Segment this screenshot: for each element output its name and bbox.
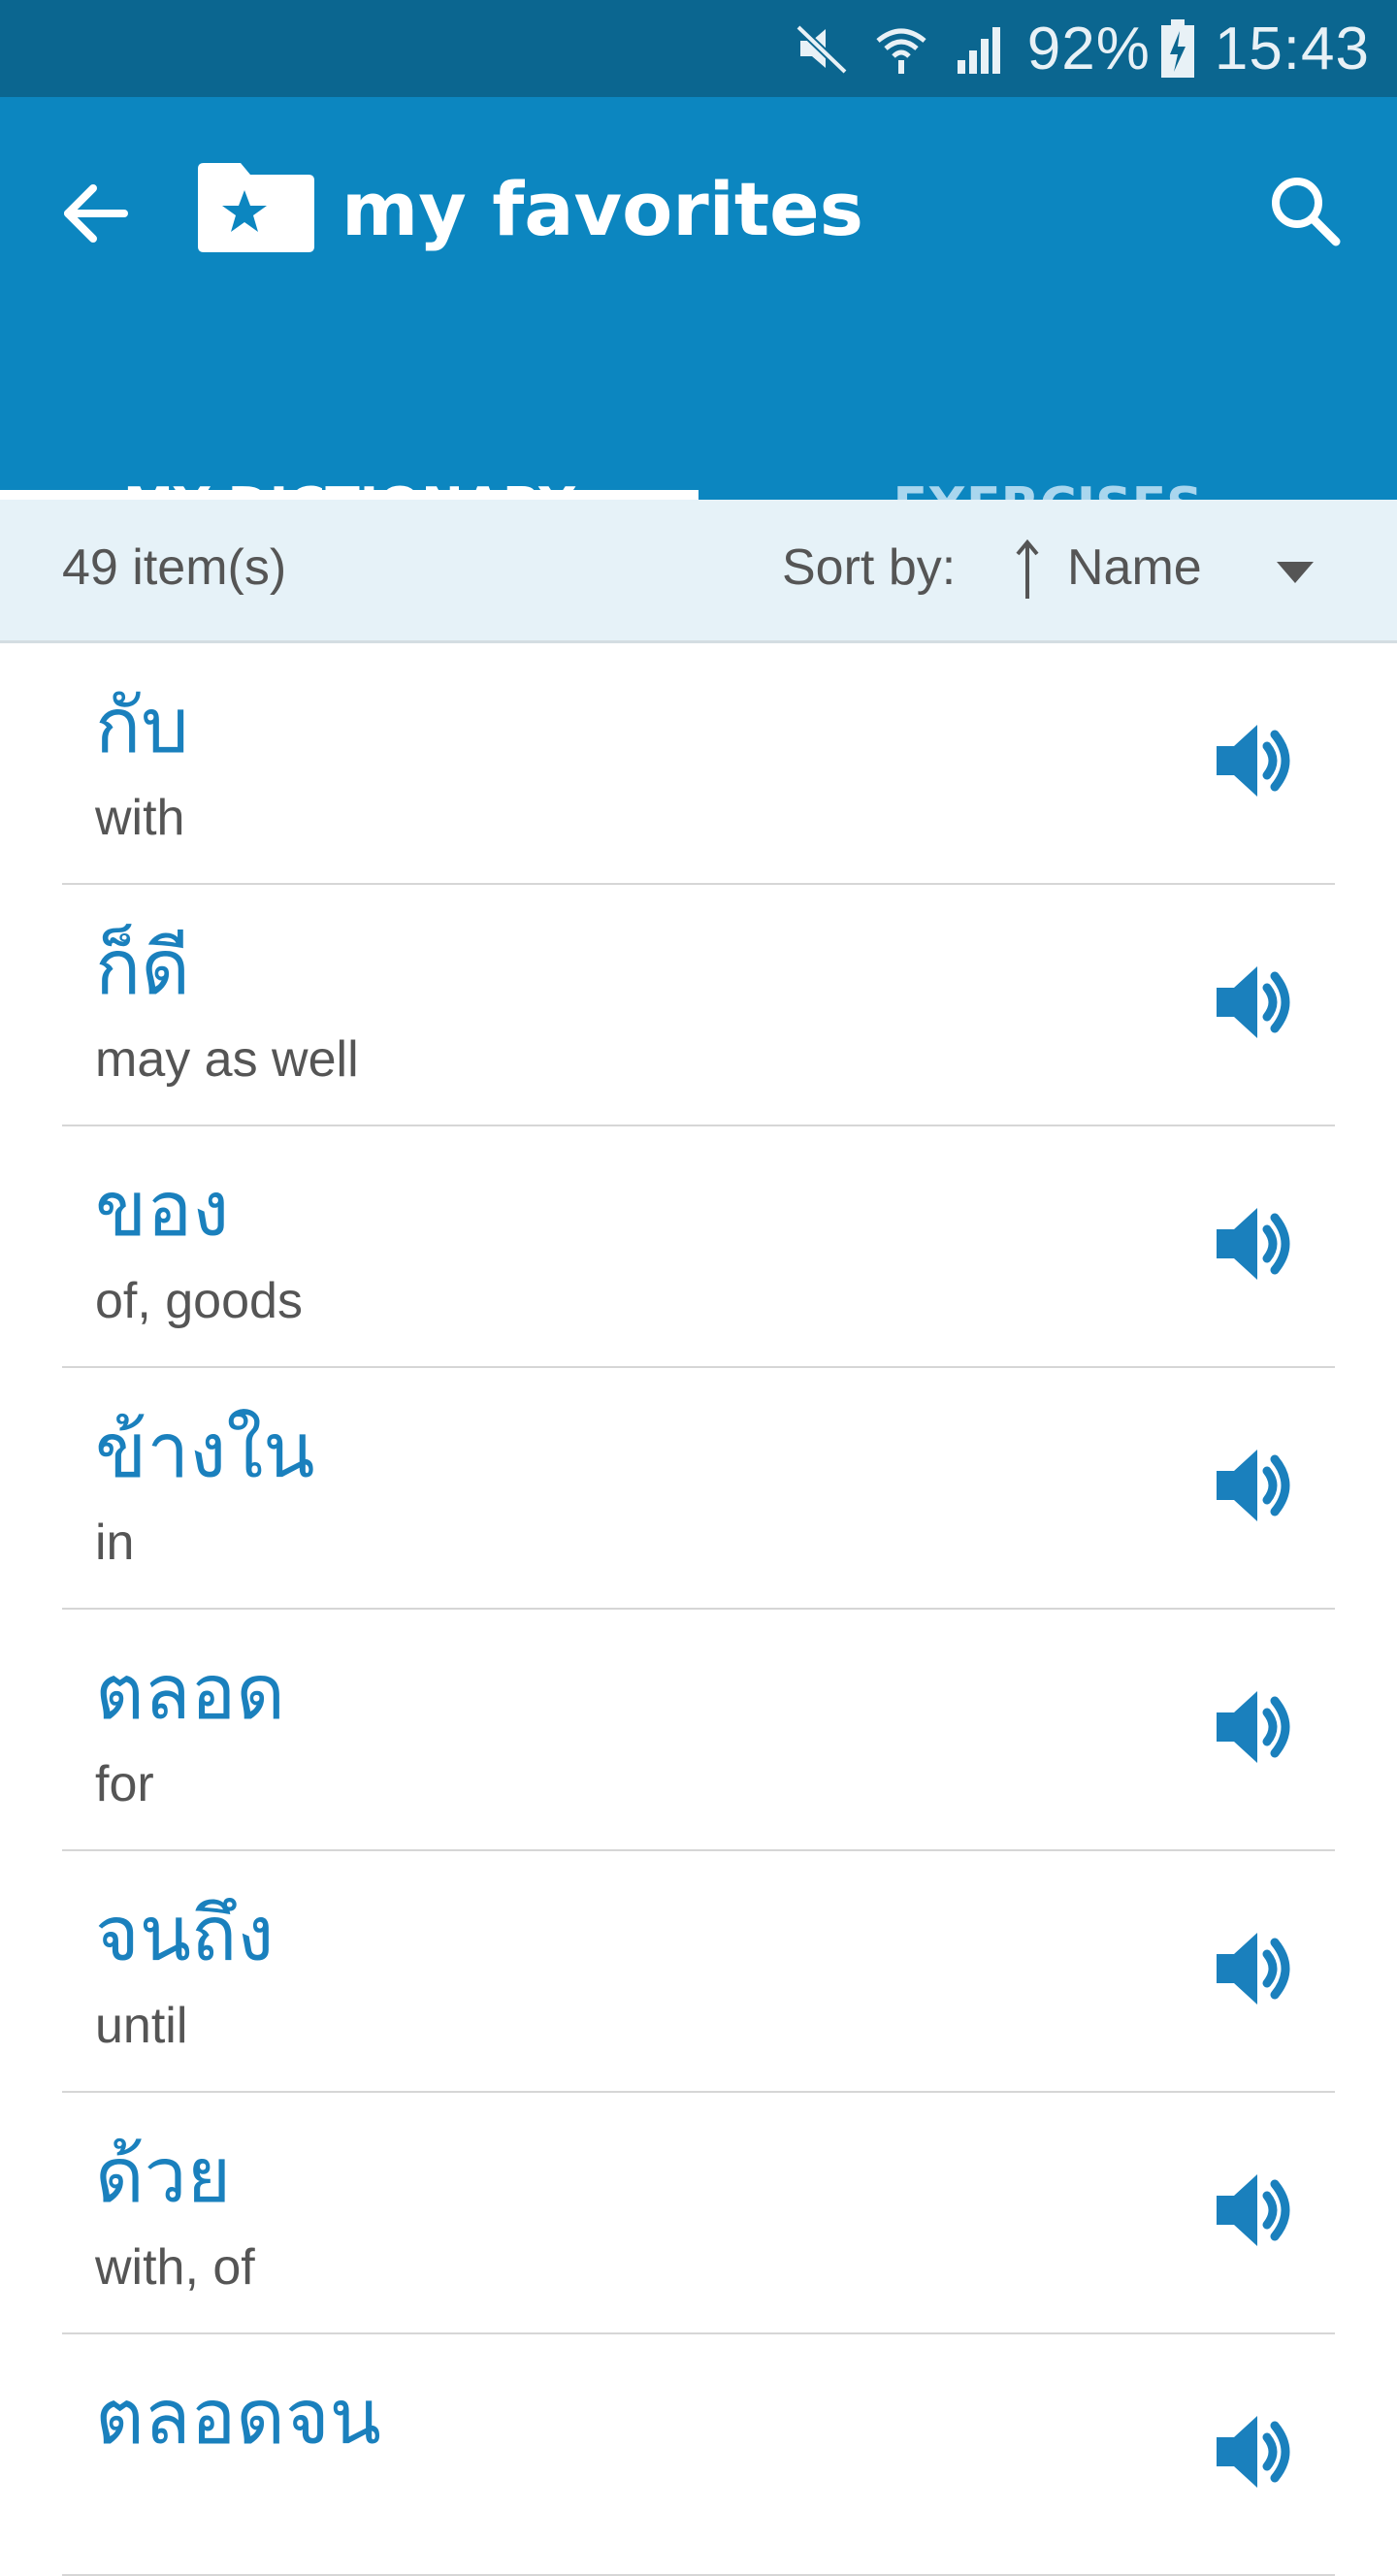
sort-label: Sort by: — [782, 539, 957, 596]
translation: for — [95, 1756, 154, 1812]
translation: of, goods — [95, 1273, 303, 1329]
search-button[interactable] — [1261, 167, 1348, 254]
clock: 15:43 — [1214, 15, 1370, 82]
star-folder-icon — [196, 157, 316, 254]
thai-word: จนถึง — [95, 1891, 275, 1978]
status-bar: 92% 15:43 — [0, 0, 1397, 97]
word-list: กับ with ก็ดี may as well ของ of, goods … — [0, 643, 1397, 2576]
tab-bar: MY DICTIONARY EXERCISES — [0, 388, 1397, 536]
search-icon — [1272, 178, 1341, 246]
speaker-icon[interactable] — [1211, 959, 1298, 1046]
thai-word: ข้างใน — [95, 1408, 315, 1495]
sort-bar: 49 item(s) Sort by: Name — [0, 500, 1397, 643]
thai-word: ตลอดจน — [95, 2374, 381, 2462]
translation: until — [95, 1998, 188, 2054]
thai-word: ตลอด — [95, 1649, 285, 1737]
back-button[interactable] — [56, 175, 134, 252]
speaker-icon[interactable] — [1211, 2408, 1298, 2495]
list-item[interactable]: ตลอดจน — [62, 2334, 1335, 2576]
tab-exercises[interactable]: EXERCISES — [698, 388, 1397, 536]
speaker-icon[interactable] — [1211, 1925, 1298, 2012]
speaker-icon[interactable] — [1211, 2167, 1298, 2254]
translation: with — [95, 790, 185, 846]
speaker-icon[interactable] — [1211, 1683, 1298, 1771]
thai-word: ก็ดี — [95, 925, 190, 1012]
battery-percent: 92% — [1026, 15, 1151, 82]
sort-ascending-icon[interactable] — [1013, 537, 1042, 604]
thai-word: กับ — [95, 683, 189, 770]
translation: may as well — [95, 1031, 359, 1088]
mute-icon — [793, 19, 851, 78]
list-item[interactable]: ก็ดี may as well — [62, 885, 1335, 1126]
list-item[interactable]: ข้างใน in — [62, 1368, 1335, 1610]
thai-word: ของ — [95, 1166, 230, 1254]
speaker-icon[interactable] — [1211, 1442, 1298, 1529]
list-item[interactable]: ตลอด for — [62, 1610, 1335, 1851]
list-item[interactable]: กับ with — [62, 643, 1335, 885]
signal-icon — [952, 19, 1010, 78]
speaker-icon[interactable] — [1211, 1200, 1298, 1288]
wifi-icon — [872, 19, 930, 78]
page-title: my favorites — [341, 166, 863, 252]
thai-word: ด้วย — [95, 2133, 232, 2220]
translation: in — [95, 1515, 135, 1571]
caret-down-icon[interactable] — [1271, 554, 1319, 593]
list-item[interactable]: ด้วย with, of — [62, 2093, 1335, 2334]
app-bar: my favorites MY DICTIONARY EXERCISES — [0, 97, 1397, 536]
sort-value[interactable]: Name — [1067, 538, 1202, 597]
item-count: 49 item(s) — [62, 539, 287, 596]
arrow-left-icon — [64, 184, 128, 243]
speaker-icon[interactable] — [1211, 717, 1298, 804]
list-item[interactable]: จนถึง until — [62, 1851, 1335, 2093]
battery-charging-icon — [1158, 17, 1197, 80]
translation: with, of — [95, 2239, 255, 2296]
list-item[interactable]: ของ of, goods — [62, 1126, 1335, 1368]
tab-my-dictionary[interactable]: MY DICTIONARY — [0, 388, 698, 536]
